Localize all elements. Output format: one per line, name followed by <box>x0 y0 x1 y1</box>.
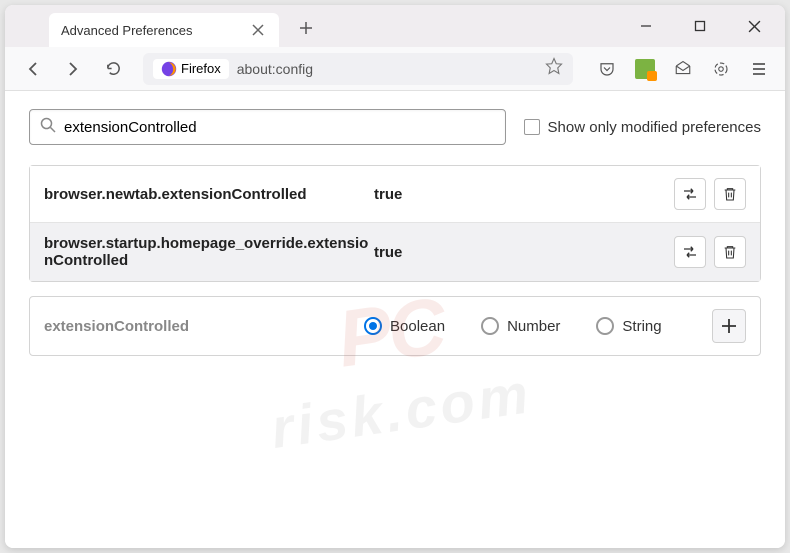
navbar: Firefox about:config <box>5 47 785 91</box>
search-box[interactable] <box>29 109 506 145</box>
menu-button[interactable] <box>745 55 773 83</box>
titlebar: Advanced Preferences <box>5 5 785 47</box>
pref-table: browser.newtab.extensionControlled true … <box>29 165 761 282</box>
pref-name: browser.newtab.extensionControlled <box>44 186 374 203</box>
tab-title: Advanced Preferences <box>61 23 249 38</box>
extension-icon[interactable] <box>631 55 659 83</box>
type-radio-group: Boolean Number String <box>364 317 662 335</box>
delete-button[interactable] <box>714 236 746 268</box>
radio-number[interactable]: Number <box>481 317 560 335</box>
minimize-button[interactable] <box>631 11 661 41</box>
toggle-button[interactable] <box>674 236 706 268</box>
toolbar-right <box>593 55 773 83</box>
shield-icon[interactable] <box>707 55 735 83</box>
add-button[interactable] <box>712 309 746 343</box>
delete-button[interactable] <box>714 178 746 210</box>
checkbox-label-text: Show only modified preferences <box>548 119 761 136</box>
radio-icon <box>481 317 499 335</box>
urlbar[interactable]: Firefox about:config <box>143 53 573 85</box>
watermark-text: risk.com <box>267 360 536 461</box>
toggle-button[interactable] <box>674 178 706 210</box>
search-icon <box>40 117 56 138</box>
browser-tab[interactable]: Advanced Preferences <box>49 13 279 47</box>
firefox-icon <box>161 61 177 77</box>
back-button[interactable] <box>17 53 49 85</box>
forward-button[interactable] <box>57 53 89 85</box>
pref-row: browser.startup.homepage_override.extens… <box>30 222 760 281</box>
modified-only-checkbox[interactable]: Show only modified preferences <box>524 119 761 136</box>
account-icon[interactable] <box>669 55 697 83</box>
radio-boolean[interactable]: Boolean <box>364 317 445 335</box>
pref-name: browser.startup.homepage_override.extens… <box>44 235 374 269</box>
bookmark-star-icon[interactable] <box>545 57 563 80</box>
url-text: about:config <box>237 61 537 77</box>
pref-actions <box>674 236 746 268</box>
new-tab-button[interactable] <box>291 13 321 43</box>
window-controls <box>631 11 769 41</box>
close-window-button[interactable] <box>739 11 769 41</box>
identity-badge[interactable]: Firefox <box>153 59 229 79</box>
pref-row: browser.newtab.extensionControlled true <box>30 166 760 222</box>
maximize-button[interactable] <box>685 11 715 41</box>
new-pref-name: extensionControlled <box>44 318 324 335</box>
radio-icon <box>596 317 614 335</box>
new-pref-row: extensionControlled Boolean Number Strin… <box>29 296 761 356</box>
pocket-icon[interactable] <box>593 55 621 83</box>
radio-icon <box>364 317 382 335</box>
search-input[interactable] <box>64 119 495 136</box>
pref-value: true <box>374 244 674 261</box>
content: Show only modified preferences browser.n… <box>5 91 785 548</box>
radio-label: Number <box>507 318 560 335</box>
reload-button[interactable] <box>97 53 129 85</box>
identity-label: Firefox <box>181 61 221 76</box>
radio-label: String <box>622 318 661 335</box>
pref-actions <box>674 178 746 210</box>
checkbox-icon <box>524 119 540 135</box>
search-row: Show only modified preferences <box>29 109 761 145</box>
pref-value: true <box>374 186 674 203</box>
radio-label: Boolean <box>390 318 445 335</box>
browser-window: Advanced Preferences <box>5 5 785 548</box>
radio-string[interactable]: String <box>596 317 661 335</box>
close-tab-icon[interactable] <box>249 21 267 39</box>
